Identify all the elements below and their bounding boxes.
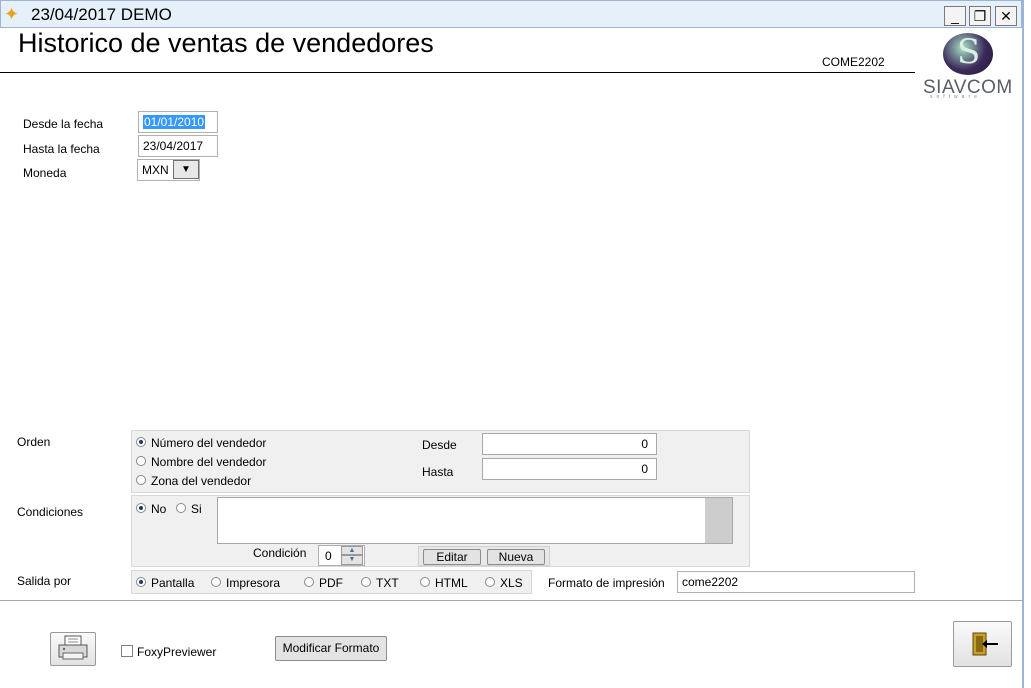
orden-hasta-label: Hasta: [422, 465, 454, 479]
close-button[interactable]: ✕: [995, 6, 1017, 26]
minimize-button[interactable]: _: [944, 6, 966, 26]
moneda-label: Moneda: [23, 166, 67, 180]
salida-html-radio[interactable]: [420, 577, 430, 587]
condiciones-scrollbar[interactable]: [705, 498, 732, 543]
condicion-value: 0: [325, 549, 332, 563]
condiciones-no-label[interactable]: No: [151, 502, 166, 516]
desde-fecha-value: 01/01/2010: [143, 115, 206, 129]
salida-html-label[interactable]: HTML: [435, 576, 468, 590]
orden-zona-radio[interactable]: [136, 475, 146, 485]
app-bird-icon: ✦: [4, 4, 20, 24]
exit-button[interactable]: [953, 621, 1012, 667]
printer-icon: [58, 635, 88, 660]
orden-nombre-label[interactable]: Nombre del vendedor: [151, 455, 266, 469]
header-divider: [0, 72, 915, 73]
salida-pdf-radio[interactable]: [304, 577, 314, 587]
condiciones-no-radio[interactable]: [136, 503, 146, 513]
desde-fecha-input[interactable]: 01/01/2010: [138, 111, 218, 133]
stepper-down-icon[interactable]: ▼: [341, 555, 363, 565]
condiciones-si-radio[interactable]: [176, 503, 186, 513]
nueva-button[interactable]: Nueva: [487, 549, 545, 565]
exit-door-icon: [972, 632, 998, 656]
salida-txt-radio[interactable]: [361, 577, 371, 587]
editar-button[interactable]: Editar: [423, 549, 481, 565]
salida-pantalla-label[interactable]: Pantalla: [151, 576, 194, 590]
orden-numero-radio[interactable]: [136, 437, 146, 447]
salida-pantalla-radio[interactable]: [136, 577, 146, 587]
condiciones-label: Condiciones: [17, 505, 84, 519]
page-title: Historico de ventas de vendedores: [18, 28, 434, 58]
orden-zona-label[interactable]: Zona del vendedor: [151, 474, 251, 488]
formato-input[interactable]: come2202: [677, 571, 915, 593]
print-button[interactable]: [50, 632, 96, 666]
logo-letter: S: [957, 32, 981, 72]
salida-impresora-label[interactable]: Impresora: [226, 576, 280, 590]
orden-numero-label[interactable]: Número del vendedor: [151, 436, 266, 450]
salida-pdf-label[interactable]: PDF: [319, 576, 343, 590]
orden-desde-label: Desde: [422, 438, 457, 452]
foxypreviewer-label[interactable]: FoxyPreviewer: [137, 645, 216, 659]
window-border: [1022, 0, 1024, 688]
foxypreviewer-checkbox[interactable]: [121, 645, 133, 657]
desde-fecha-label: Desde la fecha: [23, 117, 104, 131]
salida-label: Salida por: [17, 574, 72, 588]
orden-desde-input[interactable]: 0: [482, 433, 657, 455]
hasta-fecha-label: Hasta la fecha: [23, 142, 100, 156]
footer-divider: [0, 600, 1022, 601]
hasta-fecha-input[interactable]: 23/04/2017: [138, 135, 218, 157]
orden-nombre-radio[interactable]: [136, 456, 146, 466]
stepper-up-icon[interactable]: ▲: [341, 546, 363, 555]
condiciones-textarea[interactable]: [217, 497, 733, 544]
formato-label: Formato de impresión: [548, 576, 665, 590]
orden-hasta-input[interactable]: 0: [482, 458, 657, 480]
salida-xls-radio[interactable]: [485, 577, 495, 587]
modificar-formato-button[interactable]: Modificar Formato: [275, 636, 387, 661]
salida-xls-label[interactable]: XLS: [500, 576, 523, 590]
orden-label: Orden: [17, 435, 51, 449]
condicion-label: Condición: [253, 546, 307, 560]
salida-txt-label[interactable]: TXT: [376, 576, 399, 590]
condiciones-si-label[interactable]: Si: [191, 502, 202, 516]
salida-impresora-radio[interactable]: [211, 577, 221, 587]
moneda-value: MXN: [142, 163, 169, 177]
logo-subtext: software: [930, 94, 981, 100]
restore-button[interactable]: ❐: [969, 6, 991, 26]
chevron-down-icon[interactable]: ▼: [173, 160, 199, 179]
form-code: COME2202: [822, 55, 885, 69]
window-title: 23/04/2017 DEMO: [31, 5, 172, 24]
